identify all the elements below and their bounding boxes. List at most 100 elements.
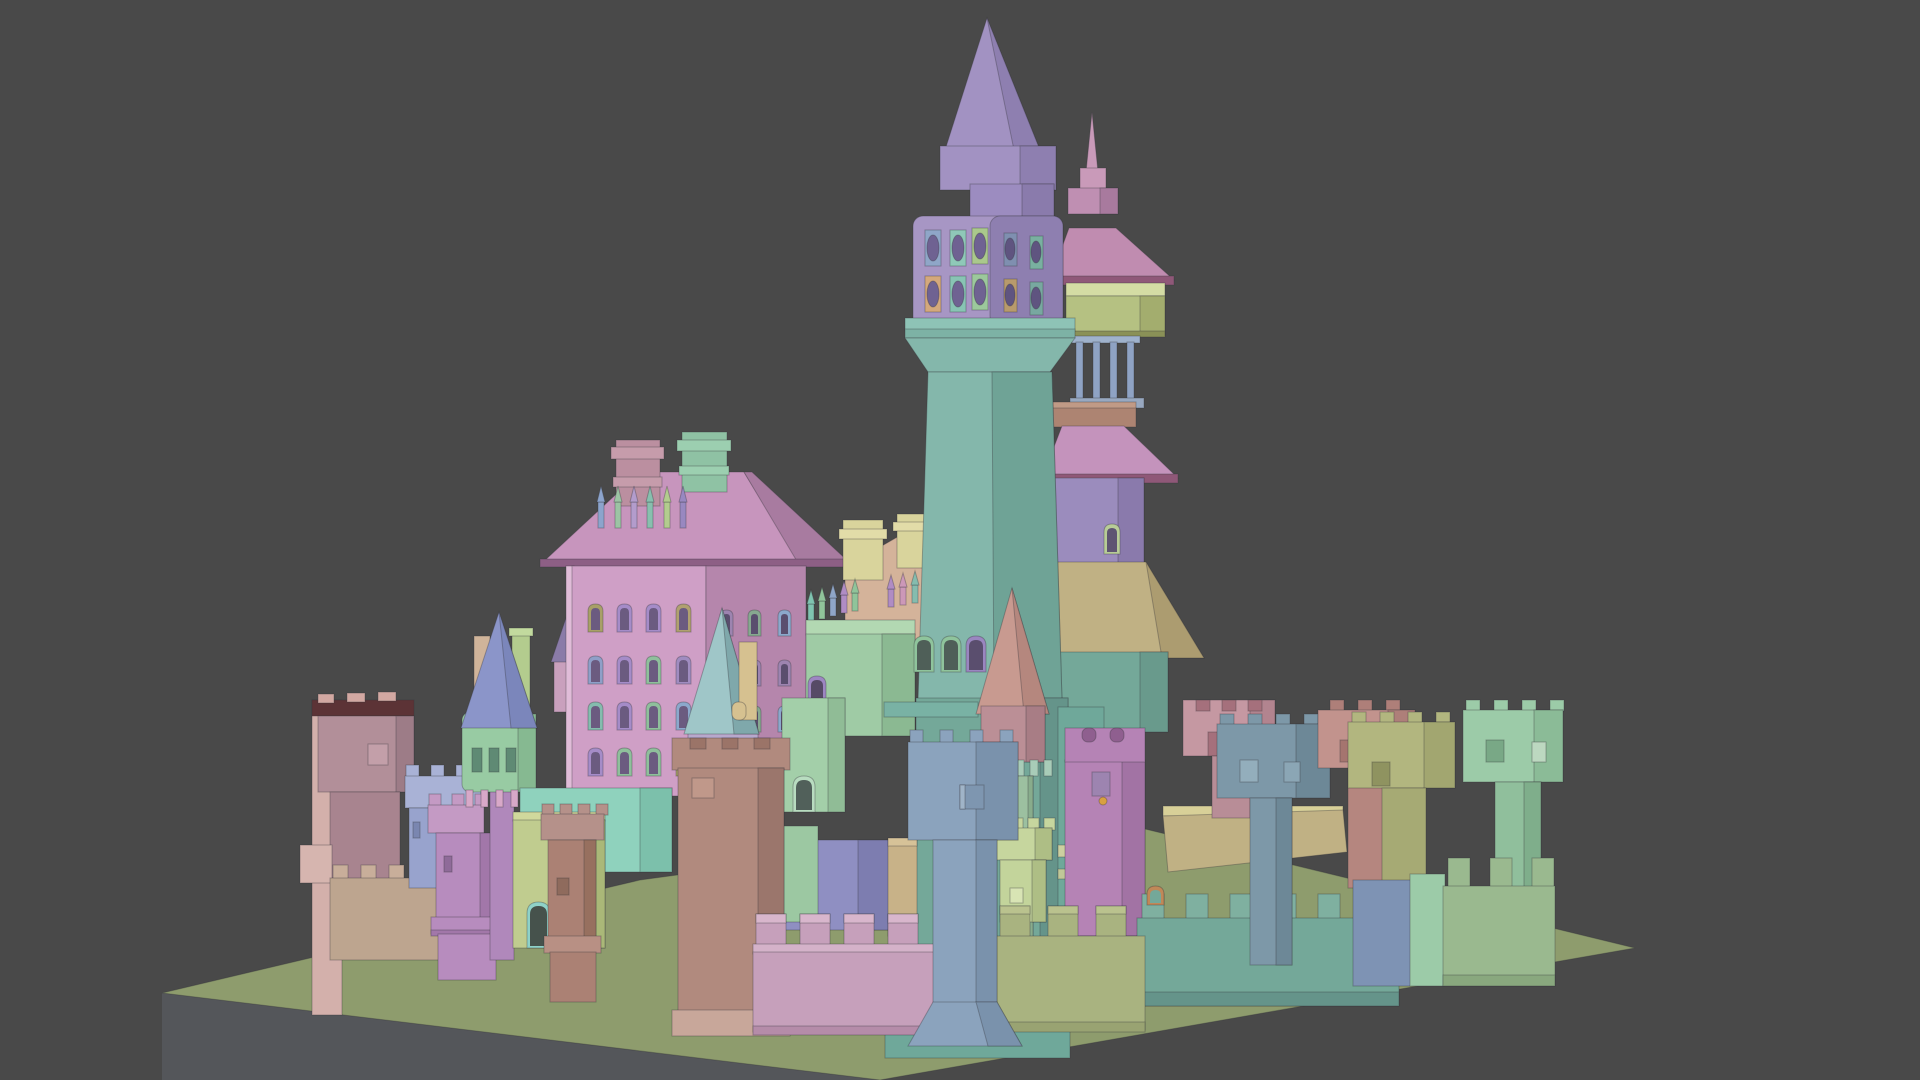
olive-front-merlon-caps[interactable] [1095, 905, 1127, 915]
turret-balusters[interactable] [465, 789, 474, 808]
palegreen-tower-window[interactable] [1009, 887, 1024, 904]
turret-balusters[interactable] [495, 789, 504, 808]
house-chimney-green-band[interactable] [678, 465, 730, 476]
salmon-tower-teeth[interactable] [1385, 699, 1401, 712]
belfry-window-hole[interactable] [926, 234, 940, 262]
mauve-tower-merlon-cap[interactable] [377, 691, 397, 702]
parapet-finial[interactable] [851, 592, 859, 612]
clocktower-neck-side[interactable] [1021, 183, 1055, 221]
house-chimney-pink-band[interactable] [612, 476, 663, 488]
mint-pillar[interactable] [1409, 873, 1446, 987]
tan-wall-merlons[interactable] [360, 864, 377, 880]
pink-front-wall[interactable] [752, 951, 936, 1033]
olive-tower-teeth[interactable] [1351, 711, 1367, 724]
roof-finial[interactable] [630, 501, 638, 529]
belfry-window-hole[interactable] [973, 278, 987, 306]
parapet-finial[interactable] [840, 594, 848, 614]
clocktower-window-glass[interactable] [917, 640, 931, 670]
olive-front-wall-base[interactable] [994, 1021, 1146, 1033]
house-side-window-glass[interactable] [781, 614, 788, 634]
slate-tower-window[interactable] [1283, 761, 1301, 783]
roof-finial[interactable] [663, 501, 671, 529]
magenta-tower-crown[interactable] [1064, 727, 1146, 763]
olive-tower-teeth[interactable] [1407, 711, 1423, 724]
house-window-glass[interactable] [591, 660, 600, 682]
purple-round-tower-window[interactable] [443, 855, 453, 873]
brown-round-tower-window[interactable] [556, 877, 570, 896]
parapet-finial[interactable] [887, 588, 895, 608]
parapet-finial[interactable] [911, 584, 919, 604]
magenta-orange-dot[interactable] [1098, 796, 1108, 806]
brown-round-tower-crown[interactable] [540, 813, 605, 841]
mint-tower-teeth[interactable] [1549, 699, 1565, 712]
house-window-glass[interactable] [591, 608, 600, 630]
mint-tower-window[interactable] [1485, 739, 1505, 763]
purple-round-tower-merlons[interactable] [428, 793, 442, 807]
blue-keep-teeth[interactable] [909, 729, 924, 744]
parapet-finial[interactable] [807, 603, 815, 623]
turret-balusters[interactable] [510, 789, 519, 808]
mint-cottage-side[interactable] [827, 697, 846, 813]
mint-cottage-window-glass[interactable] [796, 780, 812, 810]
turret-green-column-cap[interactable] [508, 627, 534, 637]
olive-front-merlon-caps[interactable] [1047, 905, 1079, 915]
parapet-finial[interactable] [899, 586, 907, 606]
slate-tower-window[interactable] [1239, 759, 1259, 783]
clocktower-skirt[interactable] [904, 337, 1076, 373]
tan-wall-merlons[interactable] [388, 864, 405, 880]
tan-curtain-wall[interactable] [329, 877, 448, 961]
pink-front-wall-merlon-caps[interactable] [799, 913, 831, 924]
blue-round-tower-window[interactable] [412, 821, 421, 839]
slate-tower-teeth[interactable] [1275, 713, 1291, 726]
palegreen-tower-crown-side[interactable] [1034, 827, 1053, 861]
house-side-window-glass[interactable] [751, 614, 758, 634]
clocktower-window-glass[interactable] [969, 640, 983, 670]
slate-tower-teeth[interactable] [1303, 713, 1319, 726]
salmon-tower-teeth[interactable] [1329, 699, 1345, 712]
mint-tower-teeth[interactable] [1521, 699, 1537, 712]
olive-tower-window[interactable] [1371, 761, 1391, 787]
brown-round-tower-merlons[interactable] [595, 803, 609, 816]
pagoda-column[interactable] [1075, 341, 1084, 403]
salmon-drum-feet[interactable] [1029, 759, 1039, 777]
house-window-glass[interactable] [649, 660, 658, 682]
turret-balusters[interactable] [480, 789, 489, 808]
teal-curtain-wall-shade[interactable] [639, 787, 673, 873]
palegreen-tower-side[interactable] [1031, 859, 1047, 923]
roof-finial[interactable] [614, 501, 622, 529]
house-window-glass[interactable] [649, 608, 658, 630]
pagoda-column[interactable] [1109, 341, 1118, 403]
brown-round-tower-side[interactable] [583, 839, 597, 941]
pale-base-block[interactable] [299, 844, 333, 884]
turret-belfry-slit[interactable] [488, 747, 500, 773]
slate-tower-teeth[interactable] [1219, 713, 1235, 726]
pagoda-tier-cap[interactable] [1065, 282, 1166, 297]
rose-tower-notches[interactable] [1247, 699, 1263, 712]
blue-round-tower-merlons[interactable] [405, 764, 420, 778]
teal-wall-merlons[interactable] [1229, 893, 1253, 921]
roof-finial[interactable] [646, 501, 654, 529]
roof-finial[interactable] [597, 501, 605, 529]
sage-curtain-wall-base[interactable] [1442, 974, 1556, 987]
blue-round-tower-merlons[interactable] [430, 764, 445, 778]
pagoda-purple-box-side[interactable] [1117, 477, 1145, 567]
pagoda-purple-box-window-glass[interactable] [1107, 528, 1117, 552]
mint-tower-teeth[interactable] [1465, 699, 1481, 712]
house-window-glass[interactable] [620, 752, 629, 774]
pink-front-wall-base[interactable] [752, 1025, 936, 1036]
olive-front-merlon-caps[interactable] [999, 905, 1031, 915]
rose-tower-notches[interactable] [1195, 699, 1211, 712]
clocktower-spire-box-side[interactable] [1019, 145, 1057, 191]
mint-tower-teeth[interactable] [1493, 699, 1509, 712]
pagoda-brown-band[interactable] [1047, 407, 1137, 428]
salmon-drum-feet[interactable] [1043, 759, 1053, 777]
blue-keep-teeth[interactable] [939, 729, 954, 744]
purple-round-tower-merlons[interactable] [451, 793, 465, 807]
house-window-glass[interactable] [591, 706, 600, 728]
pagoda-teal-base-side[interactable] [1139, 651, 1169, 733]
belfry-window-hole[interactable] [1030, 286, 1042, 310]
turret-belfry-slit[interactable] [505, 747, 517, 773]
brown-round-tower-lower[interactable] [549, 951, 597, 1003]
house-chimney-pink-band[interactable] [610, 446, 665, 460]
clocktower-belfry-side[interactable] [989, 215, 1064, 327]
